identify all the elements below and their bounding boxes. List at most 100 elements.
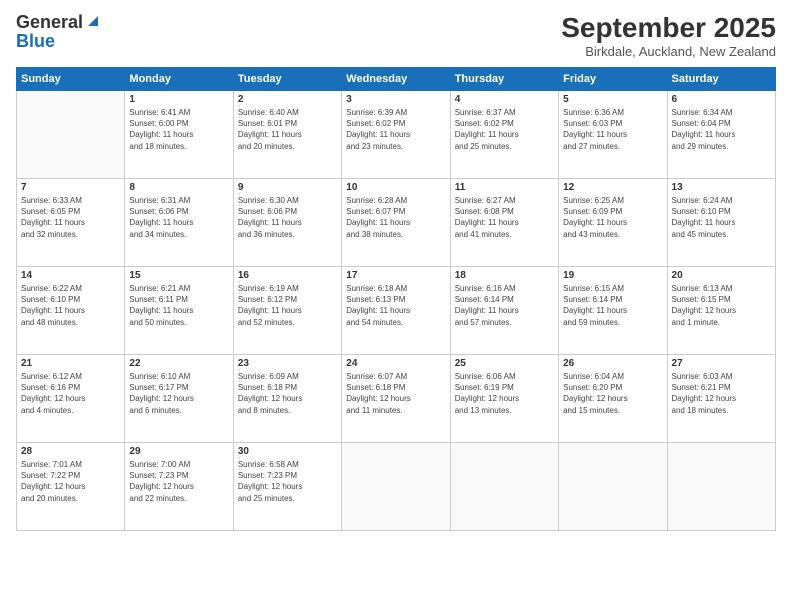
day-number: 19 [563, 270, 662, 281]
calendar-cell: 25 Sunrise: 6:06 AMSunset: 6:19 PMDayligh… [450, 355, 558, 443]
day-number: 18 [455, 270, 554, 281]
day-number: 20 [672, 270, 771, 281]
calendar-cell: 8Sunrise: 6:31 AMSunset: 6:06 PMDaylight… [125, 179, 233, 267]
day-info: Sunrise: 6:12 AMSunset: 6:16 PMDaylight:… [21, 371, 120, 416]
page: General Blue September 2025 Birkdale, Au… [0, 0, 792, 612]
col-tuesday: Tuesday [233, 68, 341, 91]
day-info: Sunrise: 6:15 AMSunset: 6:14 PMDaylight:… [563, 283, 662, 328]
calendar-cell: 16 Sunrise: 6:19 AMSunset: 6:12 PMDayligh… [233, 267, 341, 355]
calendar-cell: 29 Sunrise: 7:00 AMSunset: 7:23 PMDayligh… [125, 443, 233, 531]
day-number: 5 [563, 94, 662, 105]
calendar-cell: 28 Sunrise: 7:01 AMSunset: 7:22 PMDayligh… [17, 443, 125, 531]
calendar-cell: 19 Sunrise: 6:15 AMSunset: 6:14 PMDayligh… [559, 267, 667, 355]
day-number: 4 [455, 94, 554, 105]
day-number: 15 [129, 270, 228, 281]
calendar-week-1: 1Sunrise: 6:41 AMSunset: 6:00 PMDaylight… [17, 91, 776, 179]
day-number: 14 [21, 270, 120, 281]
calendar-week-5: 28 Sunrise: 7:01 AMSunset: 7:22 PMDayligh… [17, 443, 776, 531]
calendar-cell [17, 91, 125, 179]
day-info: Sunrise: 6:22 AMSunset: 6:10 PMDaylight:… [21, 283, 120, 328]
day-info: Sunrise: 6:33 AMSunset: 6:05 PMDaylight:… [21, 195, 120, 240]
calendar-cell: 5 Sunrise: 6:36 AMSunset: 6:03 PMDaylight… [559, 91, 667, 179]
day-number: 29 [129, 446, 228, 457]
day-info: Sunrise: 6:19 AMSunset: 6:12 PMDaylight:… [238, 283, 337, 328]
calendar-cell [342, 443, 450, 531]
calendar-cell: 7Sunrise: 6:33 AMSunset: 6:05 PMDaylight… [17, 179, 125, 267]
day-info: Sunrise: 6:07 AMSunset: 6:18 PMDaylight:… [346, 371, 445, 416]
day-info: Sunrise: 6:04 AMSunset: 6:20 PMDaylight:… [563, 371, 662, 416]
day-number: 9 [238, 182, 337, 193]
day-info: Sunrise: 7:00 AMSunset: 7:23 PMDaylight:… [129, 459, 228, 504]
calendar-cell: 26 Sunrise: 6:04 AMSunset: 6:20 PMDayligh… [559, 355, 667, 443]
calendar-cell: 10 Sunrise: 6:28 AMSunset: 6:07 PMDayligh… [342, 179, 450, 267]
day-info: Sunrise: 6:13 AMSunset: 6:15 PMDaylight:… [672, 283, 771, 328]
logo: General Blue [16, 12, 100, 52]
day-number: 8 [129, 182, 228, 193]
day-number: 24 [346, 358, 445, 369]
day-info: Sunrise: 6:25 AMSunset: 6:09 PMDaylight:… [563, 195, 662, 240]
day-number: 11 [455, 182, 554, 193]
calendar-cell: 21 Sunrise: 6:12 AMSunset: 6:16 PMDayligh… [17, 355, 125, 443]
calendar-cell: 14 Sunrise: 6:22 AMSunset: 6:10 PMDayligh… [17, 267, 125, 355]
day-info: Sunrise: 7:01 AMSunset: 7:22 PMDaylight:… [21, 459, 120, 504]
calendar-cell: 12 Sunrise: 6:25 AMSunset: 6:09 PMDayligh… [559, 179, 667, 267]
calendar-week-3: 14 Sunrise: 6:22 AMSunset: 6:10 PMDayligh… [17, 267, 776, 355]
calendar-cell: 24 Sunrise: 6:07 AMSunset: 6:18 PMDayligh… [342, 355, 450, 443]
header-row: Sunday Monday Tuesday Wednesday Thursday… [17, 68, 776, 91]
day-number: 12 [563, 182, 662, 193]
day-number: 23 [238, 358, 337, 369]
logo-triangle-icon [86, 14, 100, 33]
calendar-cell: 11 Sunrise: 6:27 AMSunset: 6:08 PMDayligh… [450, 179, 558, 267]
day-number: 3 [346, 94, 445, 105]
calendar-cell: 13 Sunrise: 6:24 AMSunset: 6:10 PMDayligh… [667, 179, 775, 267]
calendar-cell: 15 Sunrise: 6:21 AMSunset: 6:11 PMDayligh… [125, 267, 233, 355]
calendar-cell [667, 443, 775, 531]
logo-general-text: General [16, 12, 83, 33]
day-info: Sunrise: 6:37 AMSunset: 6:02 PMDaylight:… [455, 107, 554, 152]
calendar-cell: 4 Sunrise: 6:37 AMSunset: 6:02 PMDaylight… [450, 91, 558, 179]
day-number: 2 [238, 94, 337, 105]
day-number: 21 [21, 358, 120, 369]
calendar-cell: 6 Sunrise: 6:34 AMSunset: 6:04 PMDaylight… [667, 91, 775, 179]
calendar-cell: 20 Sunrise: 6:13 AMSunset: 6:15 PMDayligh… [667, 267, 775, 355]
header: General Blue September 2025 Birkdale, Au… [16, 12, 776, 59]
day-number: 10 [346, 182, 445, 193]
day-number: 26 [563, 358, 662, 369]
calendar-cell: 18 Sunrise: 6:16 AMSunset: 6:14 PMDayligh… [450, 267, 558, 355]
calendar-cell: 2Sunrise: 6:40 AMSunset: 6:01 PMDaylight… [233, 91, 341, 179]
day-number: 1 [129, 94, 228, 105]
calendar-cell [450, 443, 558, 531]
calendar-cell: 9Sunrise: 6:30 AMSunset: 6:06 PMDaylight… [233, 179, 341, 267]
day-number: 30 [238, 446, 337, 457]
day-number: 28 [21, 446, 120, 457]
logo-blue-text: Blue [16, 31, 55, 52]
location: Birkdale, Auckland, New Zealand [561, 44, 776, 59]
day-info: Sunrise: 6:06 AMSunset: 6:19 PMDaylight:… [455, 371, 554, 416]
col-sunday: Sunday [17, 68, 125, 91]
col-wednesday: Wednesday [342, 68, 450, 91]
col-thursday: Thursday [450, 68, 558, 91]
day-info: Sunrise: 6:16 AMSunset: 6:14 PMDaylight:… [455, 283, 554, 328]
calendar-cell: 3Sunrise: 6:39 AMSunset: 6:02 PMDaylight… [342, 91, 450, 179]
day-number: 6 [672, 94, 771, 105]
calendar-week-4: 21 Sunrise: 6:12 AMSunset: 6:16 PMDayligh… [17, 355, 776, 443]
calendar-cell: 23 Sunrise: 6:09 AMSunset: 6:18 PMDayligh… [233, 355, 341, 443]
calendar-cell [559, 443, 667, 531]
day-number: 16 [238, 270, 337, 281]
title-section: September 2025 Birkdale, Auckland, New Z… [561, 12, 776, 59]
day-info: Sunrise: 6:21 AMSunset: 6:11 PMDaylight:… [129, 283, 228, 328]
col-monday: Monday [125, 68, 233, 91]
calendar-week-2: 7Sunrise: 6:33 AMSunset: 6:05 PMDaylight… [17, 179, 776, 267]
day-info: Sunrise: 6:24 AMSunset: 6:10 PMDaylight:… [672, 195, 771, 240]
day-number: 25 [455, 358, 554, 369]
calendar-cell: 17Sunrise: 6:18 AMSunset: 6:13 PMDayligh… [342, 267, 450, 355]
day-info: Sunrise: 6:28 AMSunset: 6:07 PMDaylight:… [346, 195, 445, 240]
month-title: September 2025 [561, 12, 776, 44]
day-info: Sunrise: 6:36 AMSunset: 6:03 PMDaylight:… [563, 107, 662, 152]
day-info: Sunrise: 6:34 AMSunset: 6:04 PMDaylight:… [672, 107, 771, 152]
day-info: Sunrise: 6:58 AMSunset: 7:23 PMDaylight:… [238, 459, 337, 504]
day-info: Sunrise: 6:09 AMSunset: 6:18 PMDaylight:… [238, 371, 337, 416]
day-info: Sunrise: 6:27 AMSunset: 6:08 PMDaylight:… [455, 195, 554, 240]
day-number: 13 [672, 182, 771, 193]
day-info: Sunrise: 6:18 AMSunset: 6:13 PMDaylight:… [346, 283, 445, 328]
